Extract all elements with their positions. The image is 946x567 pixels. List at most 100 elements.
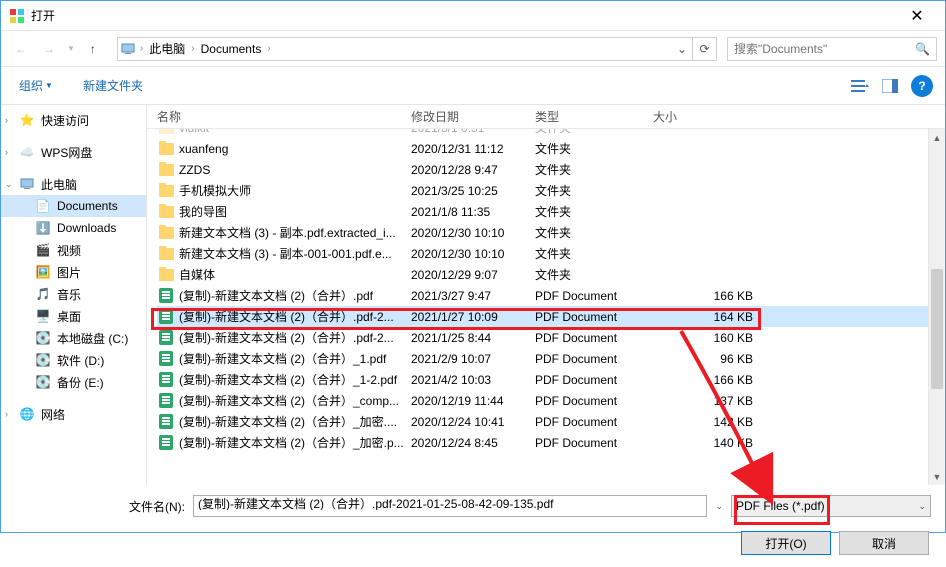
sidebar-downloads[interactable]: ⬇️Downloads [1,217,146,239]
file-row[interactable]: (复制)-新建文本文档 (2)（合并）.pdf-2...2021/1/27 10… [157,306,945,327]
pdf-icon [157,309,175,324]
file-row[interactable]: (复制)-新建文本文档 (2)（合并）.pdf2021/3/27 9:47PDF… [157,285,945,306]
pdf-icon [157,288,175,303]
col-name[interactable]: 名称 [157,108,411,125]
file-row[interactable]: (复制)-新建文本文档 (2)（合并）_加密....2020/12/24 10:… [157,411,945,432]
file-date: 2020/12/19 11:44 [411,394,535,408]
scroll-thumb[interactable] [931,269,943,389]
file-date: 2020/12/31 11:12 [411,142,535,156]
file-name: (复制)-新建文本文档 (2)（合并）.pdf-2... [179,329,411,346]
sidebar-documents[interactable]: 📄Documents [1,195,146,217]
file-name: (复制)-新建文本文档 (2)（合并）_1.pdf [179,350,411,367]
chevron-right-icon[interactable]: › [189,43,196,54]
video-icon: 🎬 [35,242,51,258]
file-date: 2020/12/30 10:10 [411,226,535,240]
file-row[interactable]: 新建文本文档 (3) - 副本.pdf.extracted_i...2020/1… [157,222,945,243]
pdf-icon [157,330,175,345]
star-icon: ⭐ [19,112,35,128]
close-button[interactable]: ✕ [897,6,937,26]
search-input[interactable] [734,42,915,56]
disk-icon: 💽 [35,352,51,368]
sidebar-disk-e[interactable]: 💽备份 (E:) [1,371,146,393]
filename-dropdown[interactable]: ⌄ [715,501,723,512]
sidebar-desktop[interactable]: 🖥️桌面 [1,305,146,327]
file-date: 2020/12/29 9:07 [411,268,535,282]
file-row[interactable]: 自媒体2020/12/29 9:07文件夹 [157,264,945,285]
search-icon[interactable]: 🔍 [915,42,930,56]
cancel-button[interactable]: 取消 [839,531,929,555]
open-button[interactable]: 打开(O) [741,531,831,555]
file-row[interactable]: 新建文本文档 (3) - 副本-001-001.pdf.e...2020/12/… [157,243,945,264]
help-button[interactable]: ? [911,75,933,97]
crumb-thispc[interactable]: 此电脑 [145,40,189,57]
file-row[interactable]: (复制)-新建文本文档 (2)（合并）_加密.p...2020/12/24 8:… [157,432,945,453]
file-row[interactable]: (复制)-新建文本文档 (2)（合并）.pdf-2...2021/1/25 8:… [157,327,945,348]
col-date[interactable]: 修改日期 [411,108,535,125]
sidebar-pictures[interactable]: 🖼️图片 [1,261,146,283]
file-row[interactable]: (复制)-新建文本文档 (2)（合并）_1-2.pdf2021/4/2 10:0… [157,369,945,390]
scroll-up[interactable]: ▲ [929,129,945,146]
file-type: PDF Document [535,310,653,324]
nav-forward[interactable]: → [37,37,61,61]
file-name: (复制)-新建文本文档 (2)（合并）_加密.... [179,413,411,430]
file-type: 文件夹 [535,245,653,262]
nav-up[interactable]: ↑ [81,37,105,61]
file-row[interactable]: ZZDS2020/12/28 9:47文件夹 [157,159,945,180]
file-row[interactable]: 手机模拟大师2021/3/25 10:25文件夹 [157,180,945,201]
file-size: 164 KB [653,310,753,324]
sidebar: ›⭐快速访问 ›☁️WPS网盘 ⌄此电脑 📄Documents ⬇️Downlo… [1,105,147,485]
column-headers: 名称 修改日期 类型 大小 [147,105,945,129]
crumb-documents[interactable]: Documents [197,42,266,56]
filename-input-wrap[interactable] [193,495,707,517]
new-folder-button[interactable]: 新建文件夹 [77,73,149,98]
scroll-down[interactable]: ▼ [929,468,945,485]
view-options-icon[interactable] [847,74,873,98]
sidebar-wps[interactable]: ›☁️WPS网盘 [1,141,146,163]
filename-label: 文件名(N): [15,498,185,515]
file-row[interactable]: 我的导图2021/1/8 11:35文件夹 [157,201,945,222]
pdf-icon [157,435,175,450]
preview-pane-icon[interactable] [877,74,903,98]
nav-back[interactable]: ← [9,37,33,61]
sidebar-quick-access[interactable]: ›⭐快速访问 [1,109,146,131]
folder-icon [157,248,175,260]
file-type: 文件夹 [535,161,653,178]
chevron-right-icon[interactable]: › [138,43,145,54]
file-name: 新建文本文档 (3) - 副本.pdf.extracted_i... [179,224,411,241]
filetype-filter[interactable]: PDF Files (*.pdf)⌄ [731,495,931,517]
file-name: xuanfeng [179,142,411,156]
search-box[interactable]: 🔍 [727,37,937,61]
file-type: PDF Document [535,373,653,387]
file-row[interactable]: xuanfeng2020/12/31 11:12文件夹 [157,138,945,159]
music-icon: 🎵 [35,286,51,302]
chevron-right-icon[interactable]: › [265,43,272,54]
file-row[interactable]: vidikit2021/3/1 0:31文件夹 [157,129,945,138]
sidebar-thispc[interactable]: ⌄此电脑 [1,173,146,195]
desktop-icon: 🖥️ [35,308,51,324]
col-size[interactable]: 大小 [653,108,753,125]
file-size: 137 KB [653,394,753,408]
sidebar-music[interactable]: 🎵音乐 [1,283,146,305]
address-bar[interactable]: › 此电脑 › Documents › ⌄ ⟳ [117,37,717,61]
file-row[interactable]: (复制)-新建文本文档 (2)（合并）_1.pdf2021/2/9 10:07P… [157,348,945,369]
filename-input[interactable] [198,496,702,510]
sidebar-disk-d[interactable]: 💽软件 (D:) [1,349,146,371]
file-row[interactable]: (复制)-新建文本文档 (2)（合并）_comp...2020/12/19 11… [157,390,945,411]
scrollbar[interactable]: ▲ ▼ [928,129,945,485]
nav-history-dropdown[interactable]: ▼ [65,44,77,53]
sidebar-network[interactable]: ›🌐网络 [1,403,146,425]
address-dropdown[interactable]: ⌄ [672,42,692,56]
file-name: (复制)-新建文本文档 (2)（合并）_1-2.pdf [179,371,411,388]
organize-menu[interactable]: 组织▼ [13,73,59,98]
sidebar-disk-c[interactable]: 💽本地磁盘 (C:) [1,327,146,349]
window-title: 打开 [31,7,897,24]
refresh-button[interactable]: ⟳ [692,38,716,60]
file-name: 自媒体 [179,266,411,283]
file-date: 2021/3/25 10:25 [411,184,535,198]
file-name: 我的导图 [179,203,411,220]
folder-icon [157,269,175,281]
col-type[interactable]: 类型 [535,108,653,125]
file-date: 2021/2/9 10:07 [411,352,535,366]
sidebar-videos[interactable]: 🎬视频 [1,239,146,261]
file-name: (复制)-新建文本文档 (2)（合并）.pdf-2... [179,308,411,325]
